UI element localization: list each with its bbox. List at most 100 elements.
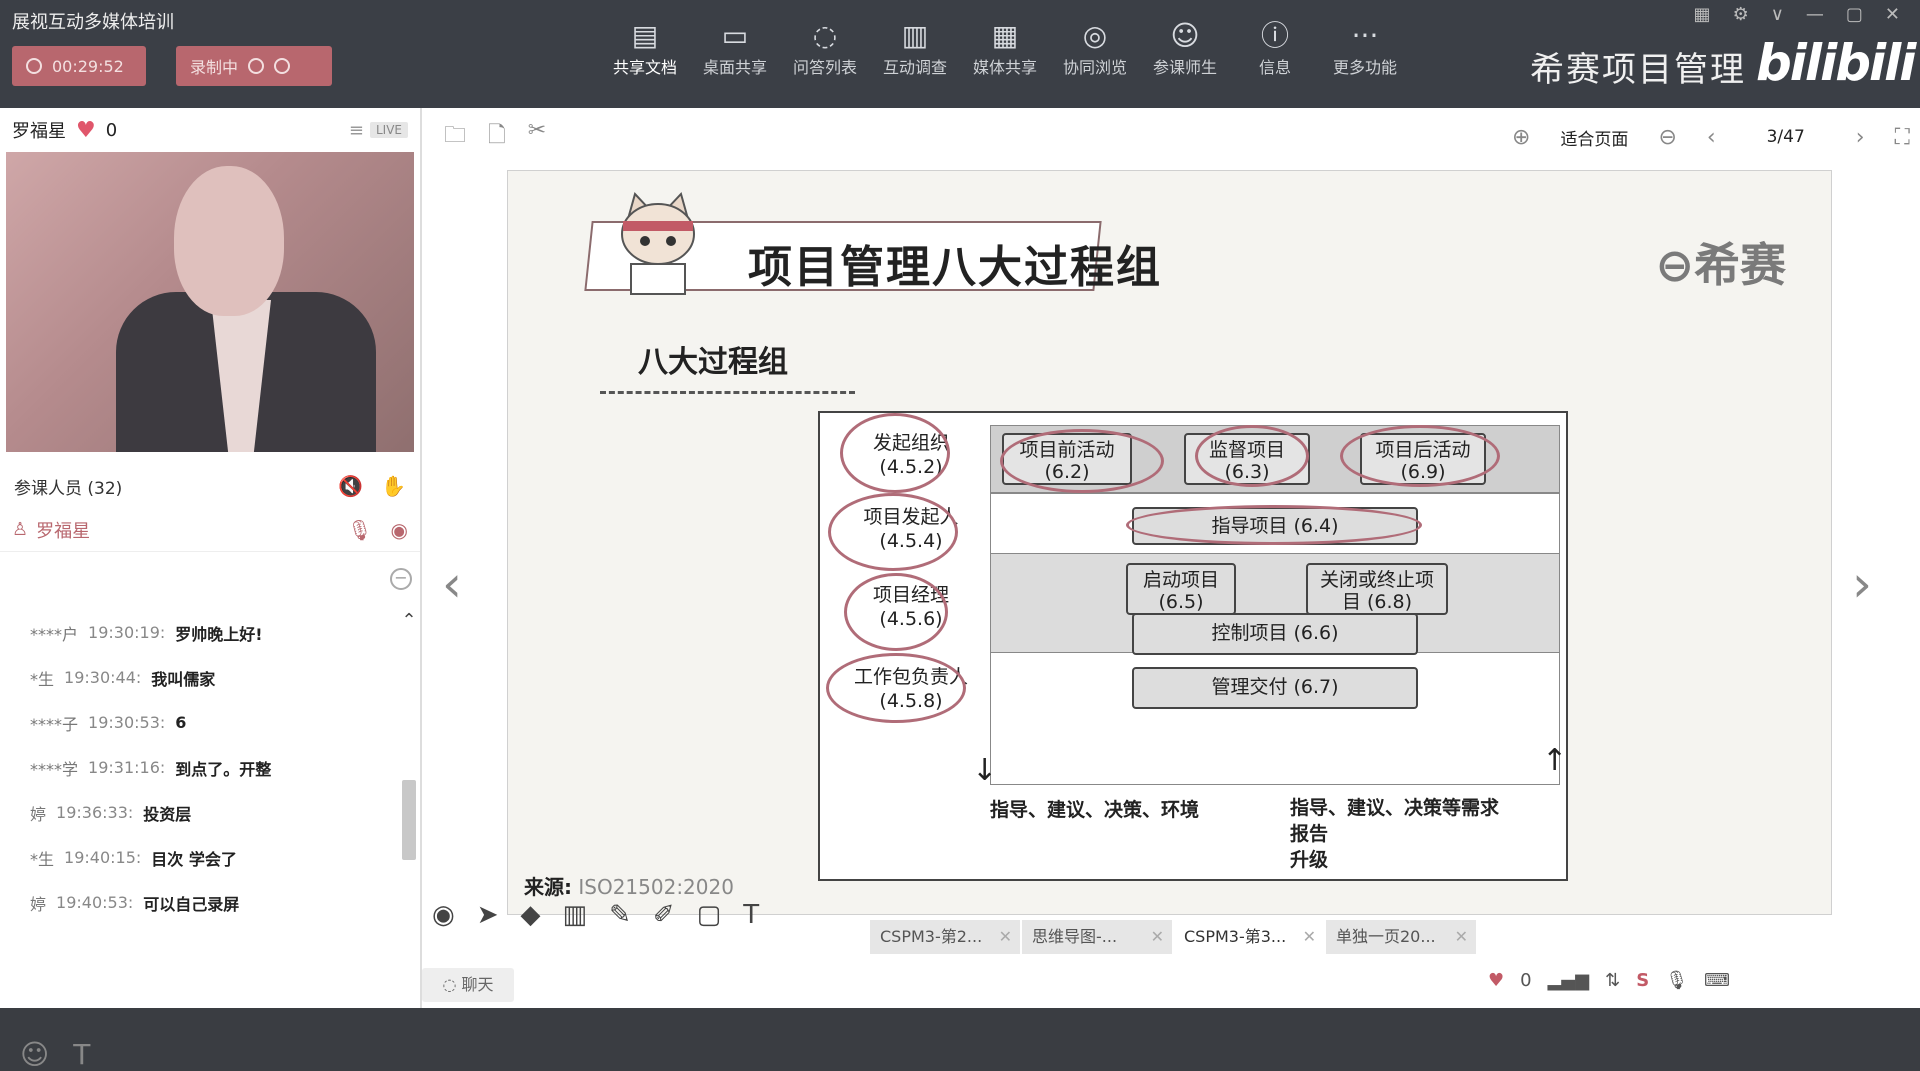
maximize-icon[interactable]: ▢ (1846, 4, 1863, 25)
doc-tab[interactable]: 单独一页20... ✕ (1326, 920, 1476, 954)
dashed-underline (600, 391, 855, 394)
camera-icon[interactable]: ◉ (391, 518, 408, 542)
chat-message: ****子 19:30:53: 6 (30, 700, 390, 745)
new-file-icon[interactable]: 🗋 (488, 118, 506, 156)
doc-tab[interactable]: CSPM3-第2... ✕ (870, 920, 1020, 954)
chat-user: *生 (30, 849, 55, 869)
doc-tab[interactable]: 思维导图-... ✕ (1022, 920, 1172, 954)
tool-media[interactable]: ▦ 媒体共享 (960, 18, 1050, 78)
collapse-icon[interactable]: − (390, 568, 412, 590)
chat-message: *生 19:40:15: 目次 学会了 (30, 835, 390, 880)
hand-icon[interactable]: ✋ (381, 474, 406, 498)
scroll-thumb[interactable] (402, 780, 416, 860)
prev-page-icon[interactable]: ‹ (1707, 125, 1716, 150)
tool-info[interactable]: ⓘ 信息 (1230, 18, 1320, 78)
text-tool-icon[interactable]: T (743, 900, 759, 930)
microphone-icon[interactable]: 🎙 (347, 518, 372, 542)
highlighter-icon[interactable]: ✐ (653, 900, 675, 930)
menu-icon[interactable]: ≡ (349, 120, 364, 141)
tool-browse[interactable]: ◎ 协同浏览 (1050, 18, 1140, 78)
close-icon[interactable]: ✕ (1885, 4, 1900, 25)
slide-subtitle: 八大过程组 (638, 345, 788, 380)
pointer-icon[interactable]: ➤ (477, 900, 499, 930)
process-close: 关闭或终止项目 (6.8) (1306, 563, 1448, 615)
open-folder-icon[interactable]: 🗀 (444, 118, 466, 156)
poll-icon: ▥ (901, 19, 929, 52)
ime-icon[interactable]: S (1636, 970, 1649, 991)
attendees-icon: ☺ (1170, 19, 1200, 52)
desktop-share-icon: ▭ (721, 19, 749, 52)
like-count: 0 (105, 119, 118, 141)
tool-qa[interactable]: ◌ 问答列表 (780, 18, 870, 78)
chat-message: 婷 19:36:33: 投资层 (30, 790, 390, 835)
document-tabs: CSPM3-第2... ✕ 思维导图-... ✕ CSPM3-第3... ✕ 单独一页… (870, 920, 1476, 954)
process-control: 控制项目 (6.6) (1132, 613, 1418, 655)
brand-name: 希赛项目管理 (1530, 50, 1746, 90)
clear-icon[interactable]: ▥ (562, 900, 587, 930)
bottom-right-text: 指导、建议、决策等需求 报告 升级 (1290, 797, 1500, 871)
annotation-toolbar: ◉ ➤ ◆ ▥ ✎ ✐ ▢ T (432, 900, 759, 930)
annotation-circle (1195, 425, 1309, 487)
minimize-icon[interactable]: — (1806, 4, 1824, 25)
settings-icon[interactable]: ⚙ (1733, 4, 1749, 25)
slide-title: 项目管理八大过程组 (748, 242, 1162, 293)
emoji-icon[interactable]: ☺ (20, 1038, 49, 1071)
network-icon: ⇅ (1605, 970, 1621, 991)
text-format-icon[interactable]: T (73, 1038, 90, 1071)
grid-icon[interactable]: ▦ (1694, 4, 1711, 25)
mic-icon[interactable]: 🎙 (1665, 970, 1688, 991)
presenter-row: 罗福星 ♥ 0 ≡ LIVE (0, 108, 420, 152)
zoom-in-icon[interactable]: ⊕ (1512, 125, 1530, 150)
close-icon[interactable]: ✕ (999, 920, 1012, 954)
close-icon[interactable]: ✕ (1151, 920, 1164, 954)
pen-icon[interactable]: ✎ (609, 900, 631, 930)
chat-button[interactable]: ◌ 聊天 (422, 968, 514, 1002)
tool-share-doc[interactable]: ▤ 共享文档 (600, 18, 690, 78)
prev-slide-arrow[interactable]: ‹ (442, 555, 462, 613)
chevron-down-icon[interactable]: ∨ (1771, 4, 1784, 25)
top-bar: 展视互动多媒体培训 00:29:52 录制中 ▤ 共享文档 ▭ 桌面共享 ◌ 问答列表… (0, 0, 1920, 108)
chat-time: 19:40:53: (56, 893, 134, 912)
participants-row: 参课人员 (32) 🔇 ✋ (0, 464, 420, 508)
page-indicator[interactable]: 3/47 (1746, 127, 1826, 147)
chat-text: 罗帅晚上好! (175, 624, 263, 644)
heart-icon[interactable]: ♥ (76, 118, 96, 143)
doc-tab[interactable]: CSPM3-第3... ✕ (1174, 920, 1324, 954)
eraser-icon[interactable]: ◆ (520, 900, 540, 930)
status-likes: 0 (1520, 970, 1532, 991)
heart-icon[interactable]: ♥ (1488, 970, 1504, 991)
zoom-out-icon[interactable]: ⊖ (1658, 125, 1676, 150)
signal-icon: ▂▄▆ (1547, 970, 1590, 991)
next-slide-arrow[interactable]: › (1852, 555, 1872, 613)
tool-poll[interactable]: ▥ 互动调查 (870, 18, 960, 78)
chat-time: 19:30:19: (88, 623, 166, 642)
source-value: ISO21502:2020 (578, 875, 734, 899)
chat-text: 可以自己录屏 (143, 894, 240, 914)
next-page-icon[interactable]: › (1856, 125, 1865, 150)
mute-all-icon[interactable]: 🔇 (338, 474, 363, 498)
record-pause-icon[interactable] (248, 58, 265, 74)
tool-more[interactable]: ··· 更多功能 (1320, 18, 1410, 78)
fit-select[interactable]: 适合页面 (1560, 125, 1628, 150)
process-diagram: 项目前活动 (6.2) 监督项目 (6.3) 项目后活动 (6.9) 指导项目 (6.… (818, 411, 1568, 881)
pause-icon[interactable] (26, 58, 42, 74)
record-stop-icon[interactable] (274, 58, 291, 74)
scissors-icon[interactable]: ✂ (528, 118, 546, 156)
viewer-toolbar: 🗀 🗋 ✂ ⊕ 适合页面 ⊖ ‹ 3/47 › ⛶ (422, 108, 1920, 166)
chat-scrollbar[interactable]: ⌃ (400, 610, 418, 880)
keyboard-icon[interactable]: ⌨ (1704, 970, 1730, 991)
close-icon[interactable]: ✕ (1455, 920, 1468, 954)
fullscreen-icon[interactable]: ⛶ (1895, 125, 1910, 150)
chat-text: 投资层 (143, 804, 192, 824)
timer: 00:29:52 (52, 56, 124, 76)
rectangle-icon[interactable]: ▢ (697, 900, 722, 930)
tool-desktop-share[interactable]: ▭ 桌面共享 (690, 18, 780, 78)
more-icon: ··· (1351, 19, 1379, 52)
participant-self[interactable]: ♙ 罗福星 🎙 ◉ (0, 508, 420, 552)
chat-message: 婷 19:40:53: 可以自己录屏 (30, 880, 390, 925)
record-dot-icon[interactable]: ◉ (432, 900, 455, 930)
close-icon[interactable]: ✕ (1303, 920, 1316, 954)
tool-attendees[interactable]: ☺ 参课师生 (1140, 18, 1230, 78)
record-button[interactable]: 录制中 (176, 46, 332, 86)
scroll-up-icon[interactable]: ⌃ (400, 610, 418, 631)
